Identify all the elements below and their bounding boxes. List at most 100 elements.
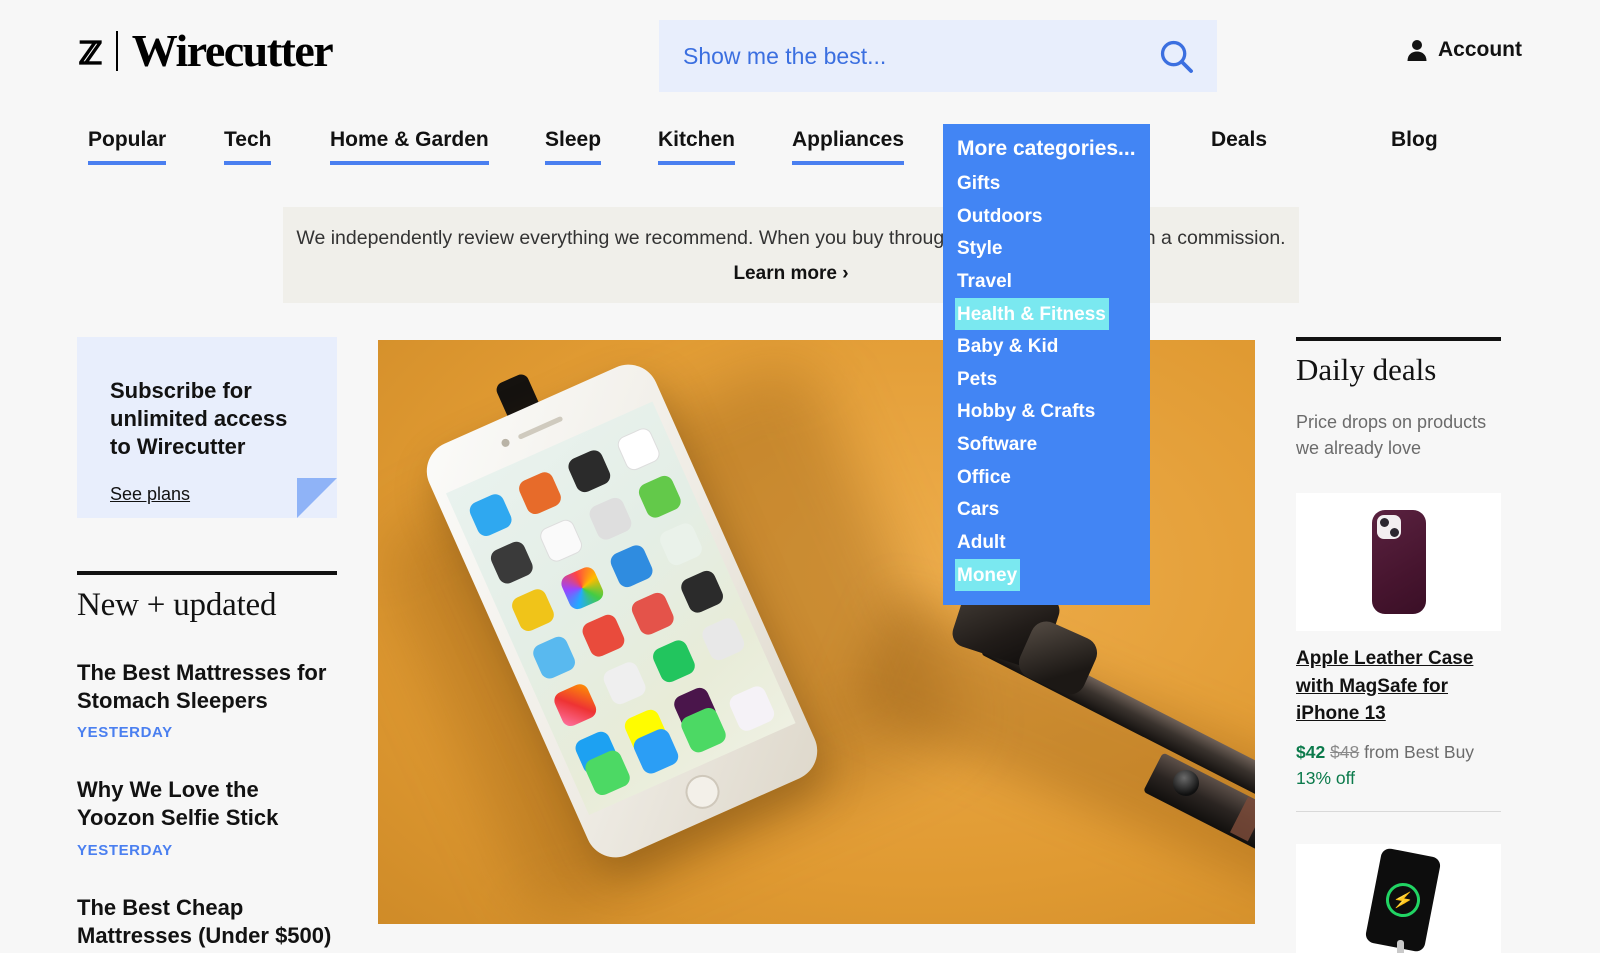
more-categories-button[interactable]: More categories...: [943, 124, 1150, 167]
list-item[interactable]: The Best Cheap Mattresses (Under $500): [77, 894, 337, 950]
nyt-t-icon: 𝕫: [78, 28, 103, 74]
article-title: Why We Love the Yoozon Selfie Stick: [77, 777, 279, 831]
music-icon: [726, 683, 777, 734]
safari-icon: [607, 542, 656, 590]
nav-item-home-garden[interactable]: Home & Garden: [330, 128, 489, 165]
logo-wordmark: Wirecutter: [131, 25, 334, 76]
nav-item-kitchen[interactable]: Kitchen: [658, 128, 736, 165]
dropdown-item-style[interactable]: Style: [957, 232, 1002, 265]
home-button: [680, 769, 725, 815]
search-icon[interactable]: [1157, 37, 1195, 75]
primary-nav: Popular Tech Home & Garden Sleep Kitchen…: [0, 128, 1600, 174]
maps-icon: [657, 520, 705, 569]
article-date: YESTERDAY: [77, 841, 173, 859]
deal-price-new: $42: [1296, 741, 1326, 762]
daily-deals-sidebar: Daily deals Price drops on products we a…: [1296, 337, 1501, 953]
nav-item-blog[interactable]: Blog: [1391, 128, 1438, 161]
new-updated-heading: New + updated: [77, 587, 277, 623]
dropdown-item-outdoors[interactable]: Outdoors: [957, 200, 1043, 233]
dropdown-item-health-fitness[interactable]: Health & Fitness: [955, 297, 1109, 331]
camera-lens-icon: [1389, 528, 1399, 538]
nav-item-sleep[interactable]: Sleep: [545, 128, 602, 165]
gmail-icon: [579, 611, 628, 660]
weather-icon: [530, 633, 578, 682]
books-icon: [516, 469, 564, 517]
phone-on-stand: ⚡: [1363, 847, 1442, 953]
mail-icon: [630, 726, 681, 777]
compass-icon: [636, 472, 684, 521]
deal-card[interactable]: ⚡: [1296, 844, 1501, 953]
wirecutter-icon: [600, 659, 649, 707]
deal-product-image: [1296, 493, 1501, 632]
deal-discount: 13% off: [1296, 768, 1356, 789]
dropdown-item-hobby-crafts[interactable]: Hobby & Crafts: [957, 395, 1095, 428]
deal-title[interactable]: Apple Leather Case with MagSafe for iPho…: [1296, 645, 1501, 728]
nav-item-appliances[interactable]: Appliances: [792, 128, 905, 165]
folded-corner-decoration: [297, 478, 337, 518]
dropdown-item-money[interactable]: Money: [955, 558, 1021, 592]
article-date: YESTERDAY: [77, 724, 173, 742]
app-store-icon: [466, 491, 515, 539]
charging-indicator-icon: ⚡: [1382, 880, 1423, 921]
dropdown-item-adult[interactable]: Adult: [957, 526, 1006, 559]
nav-item-deals[interactable]: Deals: [1211, 128, 1267, 161]
news-icon: [629, 589, 677, 638]
dropdown-item-cars[interactable]: Cars: [957, 493, 999, 526]
notes-icon: [509, 586, 557, 634]
dropdown-item-gifts[interactable]: Gifts: [957, 167, 1000, 200]
wirecutter-logo[interactable]: 𝕫 Wirecutter: [78, 25, 334, 76]
subscribe-title: Subscribe for unlimited access to Wirecu…: [110, 378, 288, 459]
nav-item-popular[interactable]: Popular: [88, 128, 167, 165]
person-icon: [1407, 40, 1427, 61]
nav-item-tech[interactable]: Tech: [224, 128, 272, 165]
dropdown-item-software[interactable]: Software: [957, 428, 1037, 461]
front-camera-icon: [500, 437, 511, 449]
wirecutter-homepage: 𝕫 Wirecutter Account Popular Tech Home &…: [0, 0, 1600, 953]
account-button[interactable]: Account: [1406, 38, 1522, 62]
photos-icon: [558, 564, 607, 612]
left-sidebar: Subscribe for unlimited access to Wirecu…: [77, 337, 337, 950]
more-categories-dropdown: More categories... Gifts Outdoors Style …: [943, 124, 1150, 606]
camera-icon: [488, 538, 536, 587]
site-header: 𝕫 Wirecutter Account: [0, 0, 1600, 110]
section-divider: [77, 571, 337, 575]
earpiece-speaker: [517, 415, 564, 440]
search-bar[interactable]: [659, 20, 1217, 92]
placeholder-icon: [699, 615, 748, 664]
search-input[interactable]: [683, 42, 1157, 70]
dropdown-item-baby-kid[interactable]: Baby & Kid: [957, 330, 1058, 363]
contacts-icon: [586, 494, 635, 543]
deal-divider: [1296, 811, 1501, 813]
dropdown-item-office[interactable]: Office: [957, 461, 1011, 494]
daily-deals-subtitle: Price drops on products we already love: [1296, 412, 1487, 459]
instagram-icon: [551, 681, 600, 729]
calendar-icon: [614, 425, 663, 474]
deal-price-old: $48: [1330, 741, 1360, 762]
iphone-leather-case-icon: [1371, 510, 1426, 615]
deal-card[interactable]: Apple Leather Case with MagSafe for iPho…: [1296, 493, 1501, 813]
learn-more-link[interactable]: Learn more ›: [733, 263, 848, 285]
article-title: The Best Mattresses for Stomach Sleepers: [77, 660, 327, 714]
camera-lens-icon: [1379, 518, 1389, 528]
phone-app-icon: [582, 747, 633, 798]
dropdown-item-pets[interactable]: Pets: [957, 363, 997, 396]
stand-stem: [1396, 940, 1404, 953]
subscribe-promo[interactable]: Subscribe for unlimited access to Wirecu…: [77, 337, 337, 518]
deal-price-row: $42 $48 from Best Buy: [1296, 739, 1501, 765]
account-label: Account: [1438, 38, 1522, 61]
deal-retailer: from Best Buy: [1364, 741, 1475, 762]
calculator-icon: [565, 447, 614, 495]
dropdown-item-travel[interactable]: Travel: [957, 265, 1012, 298]
list-item[interactable]: The Best Mattresses for Stomach Sleepers…: [77, 659, 337, 741]
spotify-icon: [650, 637, 698, 685]
list-item[interactable]: Why We Love the Yoozon Selfie Stick YEST…: [77, 776, 337, 858]
magsafe-charging-stand-icon: ⚡: [1339, 847, 1459, 953]
daily-deals-heading: Daily deals: [1296, 352, 1437, 387]
podcasts-icon: [678, 567, 726, 616]
article-title: The Best Cheap Mattresses (Under $500): [77, 894, 332, 948]
deal-product-image: ⚡: [1296, 844, 1501, 953]
see-plans-link[interactable]: See plans: [110, 484, 190, 505]
section-divider: [1296, 337, 1501, 341]
logo-divider: [115, 31, 118, 71]
clock-icon: [537, 516, 585, 565]
